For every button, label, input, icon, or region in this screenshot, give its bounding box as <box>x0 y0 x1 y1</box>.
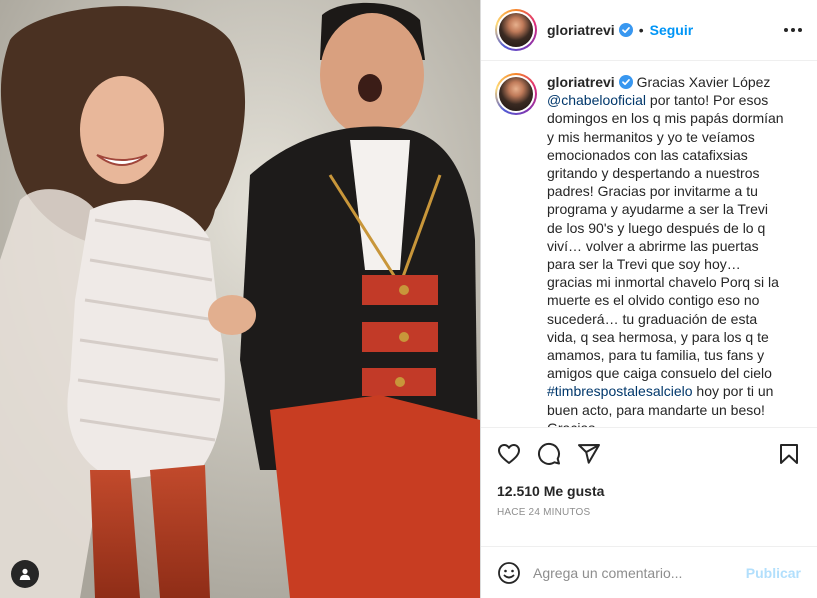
user-tag-button[interactable] <box>11 560 39 588</box>
comment-input[interactable] <box>533 564 734 581</box>
action-bar <box>481 428 817 480</box>
publish-button[interactable]: Publicar <box>746 565 801 581</box>
caption-avatar[interactable] <box>495 73 537 115</box>
caption-username[interactable]: gloriatrevi <box>547 74 615 90</box>
likes-count[interactable]: 12.510 Me gusta <box>481 480 817 502</box>
post-side-panel: gloriatrevi • Seguir gloriatrevi Gracias… <box>481 0 817 598</box>
share-icon[interactable] <box>577 442 601 466</box>
emoji-icon[interactable] <box>497 561 521 585</box>
caption-part-2: por tanto! Por esos domingos en los q mi… <box>547 92 784 382</box>
instagram-post: gloriatrevi • Seguir gloriatrevi Gracias… <box>0 0 817 598</box>
header-username[interactable]: gloriatrevi <box>547 22 615 38</box>
more-options-icon[interactable] <box>783 27 803 33</box>
user-tag-icon <box>19 568 31 580</box>
follow-button[interactable]: Seguir <box>650 22 694 38</box>
post-timestamp[interactable]: HACE 24 MINUTOS <box>481 502 817 524</box>
caption-section: gloriatrevi Gracias Xavier López @chabel… <box>481 61 817 428</box>
comment-bar: Publicar <box>481 546 817 598</box>
caption-part-1: Gracias Xavier López <box>632 74 771 90</box>
post-photo[interactable] <box>0 0 481 598</box>
caption-hashtag-link[interactable]: #timbrespostalesalcielo <box>547 383 693 399</box>
heart-icon[interactable] <box>497 442 521 466</box>
photo-image <box>0 0 480 598</box>
caption-mention-link[interactable]: @chabelooficial <box>547 92 646 108</box>
avatar[interactable] <box>495 9 537 51</box>
bookmark-icon[interactable] <box>777 442 801 466</box>
verified-badge-icon <box>618 75 633 89</box>
comment-icon[interactable] <box>537 442 561 466</box>
caption-text: gloriatrevi Gracias Xavier López @chabel… <box>547 73 787 427</box>
verified-badge-icon <box>618 23 633 37</box>
post-header: gloriatrevi • Seguir <box>481 0 817 61</box>
separator-dot: • <box>638 22 644 38</box>
